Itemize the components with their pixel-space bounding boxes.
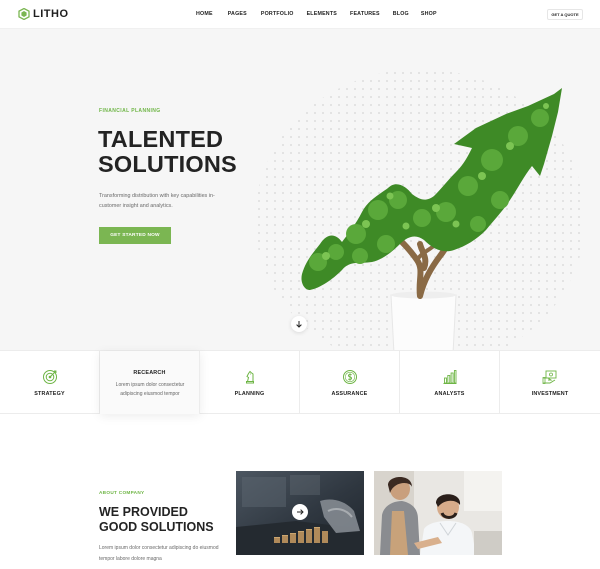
money-icon <box>542 370 557 384</box>
nav-features[interactable]: FEATURES <box>350 11 380 17</box>
card-open-button[interactable] <box>292 504 308 520</box>
about-eyebrow: ABOUT COMPANY <box>99 490 145 495</box>
hexagon-logo-icon <box>18 8 30 20</box>
about-title-line-2: GOOD SOLUTIONS <box>99 520 214 534</box>
service-planning[interactable]: PLANNING <box>200 351 300 414</box>
bar-chart-icon <box>443 370 457 384</box>
about-title: WE PROVIDED GOOD SOLUTIONS <box>99 505 214 535</box>
service-label: ANALYSTS <box>434 391 465 397</box>
service-research[interactable]: RECEARCH Lorem ipsum dolor consectetur a… <box>100 351 200 414</box>
about-description: Lorem ipsum dolor consectetur adipiscing… <box>99 545 219 562</box>
hero-description: Transforming distribution with key capab… <box>99 193 215 209</box>
service-label: STRATEGY <box>34 391 65 397</box>
brand-name: LITHO <box>33 8 69 20</box>
about-card-team[interactable] <box>374 471 502 569</box>
chess-knight-icon <box>246 370 254 384</box>
nav-elements[interactable]: ELEMENTS <box>307 11 337 17</box>
service-description: Lorem ipsum dolor consectetur adipiscing… <box>115 382 185 397</box>
get-started-button[interactable]: GET STARTED NOW <box>99 227 171 244</box>
services-strip: STRATEGY RECEARCH Lorem ipsum dolor cons… <box>0 350 600 414</box>
hero-section: FINANCIAL PLANNING TALENTED SOLUTIONS Tr… <box>0 29 600 350</box>
hero-eyebrow: FINANCIAL PLANNING <box>99 108 161 114</box>
service-label: INVESTMENT <box>531 391 569 397</box>
service-strategy[interactable]: STRATEGY <box>0 351 100 414</box>
service-investment[interactable]: INVESTMENT <box>500 351 600 414</box>
hero-title-line-2: SOLUTIONS <box>98 151 237 177</box>
service-analysts[interactable]: ANALYSTS <box>400 351 500 414</box>
dollar-coin-icon <box>343 370 357 384</box>
hero-title-line-1: TALENTED <box>98 126 224 152</box>
nav-pages[interactable]: PAGES <box>228 11 247 17</box>
target-icon <box>43 370 57 384</box>
service-label: ASSURANCE <box>331 391 368 397</box>
hero-title: TALENTED SOLUTIONS <box>98 127 237 177</box>
about-card-coins[interactable] <box>236 471 364 569</box>
scroll-down-button[interactable] <box>291 316 307 332</box>
growth-tree-arrow-image <box>301 88 562 350</box>
nav-portfolio[interactable]: PORTFOLIO <box>261 11 294 17</box>
team-meeting-photo <box>374 471 502 555</box>
nav-home[interactable]: HOME <box>196 11 213 17</box>
nav-shop[interactable]: SHOP <box>421 11 437 17</box>
main-nav: HOME PAGES PORTFOLIO ELEMENTS FEATURES B… <box>196 11 437 17</box>
get-a-quote-button[interactable]: GET A QUOTE <box>547 9 583 20</box>
arrow-down-icon <box>296 320 302 328</box>
service-assurance[interactable]: ASSURANCE <box>300 351 400 414</box>
brand-logo[interactable]: LITHO <box>18 8 69 20</box>
nav-blog[interactable]: BLOG <box>393 11 409 17</box>
service-label: PLANNING <box>234 391 265 397</box>
service-label: RECEARCH <box>133 370 166 376</box>
about-title-line-1: WE PROVIDED <box>99 505 188 519</box>
site-header: LITHO HOME PAGES PORTFOLIO ELEMENTS FEAT… <box>0 0 600 29</box>
arrow-right-icon <box>296 509 304 515</box>
